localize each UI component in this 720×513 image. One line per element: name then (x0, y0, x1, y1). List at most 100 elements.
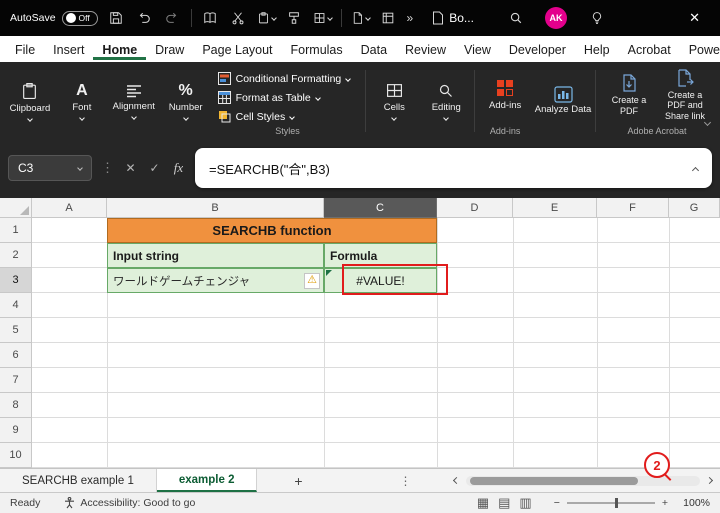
redo-icon[interactable] (163, 9, 182, 28)
zoom-slider-thumb[interactable] (615, 498, 619, 508)
tab-help[interactable]: Help (575, 39, 619, 60)
pivot-icon[interactable] (379, 9, 398, 28)
autosave-control[interactable]: AutoSave Off (10, 10, 98, 26)
addins-icon[interactable] (495, 78, 515, 98)
page-layout-view-icon[interactable]: ▤ (498, 495, 510, 511)
excel-window: AutoSave Off » Bo... AK ✕ File Insert Ho… (0, 0, 720, 513)
cancel-entry-icon[interactable]: ✕ (123, 161, 138, 175)
scrollbar-track[interactable] (466, 475, 700, 486)
col-header-b[interactable]: B (107, 198, 324, 218)
tab-power-pivot[interactable]: Power Pivot (680, 39, 720, 60)
row-header-2[interactable]: 2 (0, 243, 32, 268)
col-header-g[interactable]: G (669, 198, 720, 218)
avatar[interactable]: AK (545, 7, 567, 29)
zoom-in-button[interactable]: + (662, 497, 668, 509)
row-header-9[interactable]: 9 (0, 418, 32, 443)
normal-view-icon[interactable]: ▦ (477, 495, 489, 511)
cell-b2-input-header[interactable]: Input string (107, 243, 324, 268)
analyze-data-button[interactable]: Analyze Data (533, 64, 593, 138)
view-shortcuts: ▦ ▤ ▥ (477, 495, 532, 511)
workbook-title[interactable]: Bo... (432, 11, 474, 25)
tab-options-dots[interactable]: ⋮ (399, 469, 411, 492)
tab-file[interactable]: File (6, 39, 44, 60)
tab-page-layout[interactable]: Page Layout (193, 39, 281, 60)
gridline (513, 218, 514, 468)
tab-view[interactable]: View (455, 39, 500, 60)
sheet-tab-example1[interactable]: SEARCHB example 1 (0, 469, 157, 492)
cell-styles-button[interactable]: Cell Styles (218, 107, 358, 126)
insert-function-icon[interactable]: fx (171, 160, 186, 176)
tab-developer[interactable]: Developer (500, 39, 575, 60)
zoom-slider-track[interactable] (566, 498, 655, 508)
scroll-right-arrow[interactable] (705, 476, 714, 485)
row-header-5[interactable]: 5 (0, 318, 32, 343)
borders-icon[interactable] (313, 9, 333, 28)
cells-area[interactable]: SEARCHB function Input string Formula ワー… (32, 218, 720, 468)
cell-b3-input-value[interactable]: ワールドゲームチェンジャ ⚠ (107, 268, 324, 293)
ribbon-group-clipboard[interactable]: Clipboard (4, 64, 56, 138)
row-header-10[interactable]: 10 (0, 443, 32, 468)
tab-data[interactable]: Data (352, 39, 396, 60)
tab-insert[interactable]: Insert (44, 39, 93, 60)
gridline (597, 218, 598, 468)
row-header-4[interactable]: 4 (0, 293, 32, 318)
read-aloud-icon[interactable] (201, 9, 220, 28)
page-break-view-icon[interactable]: ▥ (519, 495, 531, 511)
sheet-tab-example2[interactable]: example 2 (156, 469, 258, 492)
accessibility-status[interactable]: Accessibility: Good to go (64, 497, 195, 509)
cells-label: Cells (383, 102, 405, 113)
undo-icon[interactable] (135, 9, 154, 28)
close-button[interactable]: ✕ (683, 0, 706, 36)
add-sheet-button[interactable]: + (285, 469, 311, 492)
create-pdf-button[interactable]: Create a PDF (602, 73, 656, 116)
conditional-formatting-button[interactable]: Conditional Formatting (217, 69, 358, 88)
autosave-toggle[interactable]: Off (61, 10, 98, 26)
format-painter-icon[interactable] (285, 9, 304, 28)
scroll-left-arrow[interactable] (452, 476, 461, 485)
ribbon-group-alignment[interactable]: Alignment (108, 64, 160, 138)
titlebar-separator (190, 9, 192, 27)
paste-icon[interactable] (257, 9, 277, 28)
select-all-corner[interactable] (0, 198, 32, 218)
confirm-entry-icon[interactable]: ✓ (147, 161, 162, 175)
row-header-1[interactable]: 1 (0, 218, 32, 243)
ideas-lightbulb-icon[interactable] (587, 9, 606, 28)
error-warning-icon[interactable]: ⚠ (304, 272, 320, 289)
zoom-out-button[interactable]: − (554, 497, 560, 509)
formula-input[interactable]: =SEARCHB("合",B3) (195, 148, 712, 188)
name-box[interactable]: C3 (8, 155, 92, 181)
col-header-a[interactable]: A (32, 198, 107, 218)
tab-acrobat[interactable]: Acrobat (619, 39, 680, 60)
new-sheet-icon[interactable] (351, 9, 371, 28)
ribbon-group-font[interactable]: A Font (56, 64, 108, 138)
row-header-3[interactable]: 3 (0, 268, 32, 293)
col-header-e[interactable]: E (513, 198, 597, 218)
horizontal-scrollbar[interactable] (452, 469, 714, 492)
tab-draw[interactable]: Draw (146, 39, 193, 60)
collapse-ribbon-chevron[interactable] (703, 114, 712, 128)
formula-bar-expand-chevron[interactable] (691, 161, 700, 176)
zoom-percentage[interactable]: 100% (676, 497, 710, 509)
cut-icon[interactable] (229, 9, 248, 28)
search-icon[interactable] (506, 9, 525, 28)
scrollbar-thumb[interactable] (470, 476, 638, 485)
col-header-d[interactable]: D (437, 198, 513, 218)
col-header-f[interactable]: F (597, 198, 669, 218)
qat-overflow-icon[interactable]: » (407, 11, 414, 25)
row-header-6[interactable]: 6 (0, 343, 32, 368)
col-header-c[interactable]: C (324, 198, 437, 218)
save-icon[interactable] (107, 9, 126, 28)
gridline (669, 218, 670, 468)
addins-button-label[interactable]: Add-ins (489, 100, 521, 111)
ribbon-group-number[interactable]: % Number (160, 64, 212, 138)
tab-review[interactable]: Review (396, 39, 455, 60)
ribbon-group-editing[interactable]: Editing (420, 64, 472, 138)
row-header-8[interactable]: 8 (0, 393, 32, 418)
tab-home[interactable]: Home (93, 39, 147, 60)
tab-formulas[interactable]: Formulas (282, 39, 352, 60)
ribbon-group-cells[interactable]: Cells (368, 64, 420, 138)
format-as-table-button[interactable]: Format as Table (217, 88, 358, 107)
create-pdf-share-button[interactable]: Create a PDF and Share link (658, 68, 712, 121)
cell-b1-title[interactable]: SEARCHB function (107, 218, 437, 243)
row-header-7[interactable]: 7 (0, 368, 32, 393)
